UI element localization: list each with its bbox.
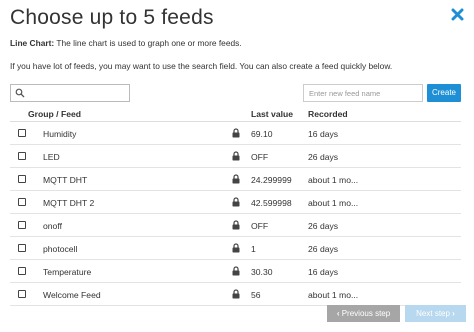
feed-recorded: about 1 mo... [308, 290, 359, 300]
chevron-left-icon: ‹ [336, 309, 340, 318]
close-button[interactable] [451, 8, 464, 21]
feed-last-value: 1 [251, 244, 256, 254]
feed-last-value: 69.10 [251, 129, 273, 139]
feed-recorded: about 1 mo... [308, 175, 359, 185]
feed-checkbox[interactable] [18, 175, 26, 183]
search-hint: If you have lot of feeds, you may want t… [10, 61, 393, 71]
table-row[interactable]: Temperature 30.30 16 days [10, 260, 461, 283]
table-body: Humidity 69.10 16 days LED OFF 26 days MQTT DH… [10, 122, 461, 306]
close-icon [451, 8, 464, 21]
lock-icon [232, 128, 240, 138]
chevron-right-icon: › [452, 309, 455, 318]
feed-checkbox[interactable] [18, 129, 26, 137]
feed-name: onoff [43, 221, 62, 231]
feed-recorded: 26 days [308, 244, 339, 254]
column-header-last-value: Last value [251, 109, 294, 119]
feed-checkbox[interactable] [18, 244, 26, 252]
chart-type-label: Line Chart: [10, 38, 55, 48]
table-row[interactable]: LED OFF 26 days [10, 145, 461, 168]
feeds-table: Group / Feed Last value Recorded Humidit… [10, 106, 461, 306]
feed-last-value: 56 [251, 290, 261, 300]
feed-recorded: 26 days [308, 221, 339, 231]
chart-description: Line Chart: The line chart is used to gr… [10, 38, 242, 48]
feed-checkbox[interactable] [18, 198, 26, 206]
table-row[interactable]: Welcome Feed 56 about 1 mo... [10, 283, 461, 306]
feed-recorded: about 1 mo... [308, 198, 359, 208]
feed-checkbox[interactable] [18, 267, 26, 275]
table-row[interactable]: MQTT DHT 24.299999 about 1 mo... [10, 168, 461, 191]
feed-name: photocell [43, 244, 78, 254]
feed-name: MQTT DHT 2 [43, 198, 95, 208]
feed-last-value: OFF [251, 221, 269, 231]
feed-name: Temperature [43, 267, 92, 277]
feed-last-value: 24.299999 [251, 175, 292, 185]
create-feed-button[interactable]: Create [427, 84, 461, 102]
feed-name: LED [43, 152, 60, 162]
table-row[interactable]: onoff OFF 26 days [10, 214, 461, 237]
lock-icon [232, 266, 240, 276]
next-step-button[interactable]: Next step › [405, 305, 466, 322]
feed-recorded: 26 days [308, 152, 339, 162]
search-box[interactable] [10, 84, 130, 102]
feed-name: Welcome Feed [43, 290, 101, 300]
feed-name: MQTT DHT [43, 175, 88, 185]
search-input[interactable] [27, 86, 127, 100]
lock-icon [232, 197, 240, 207]
previous-step-button[interactable]: ‹ Previous step [327, 305, 400, 322]
lock-icon [232, 151, 240, 161]
feed-last-value: 42.599998 [251, 198, 292, 208]
lock-icon [232, 220, 240, 230]
table-header: Group / Feed Last value Recorded [10, 106, 461, 122]
feed-checkbox[interactable] [18, 152, 26, 160]
new-feed-input[interactable] [303, 84, 423, 102]
column-header-recorded: Recorded [308, 109, 348, 119]
feed-name: Humidity [43, 129, 77, 139]
previous-step-label: Previous step [341, 309, 391, 318]
next-step-label: Next step [416, 309, 450, 318]
feed-recorded: 16 days [308, 129, 339, 139]
column-header-group-feed: Group / Feed [28, 109, 81, 119]
feed-checkbox[interactable] [18, 290, 26, 298]
table-row[interactable]: MQTT DHT 2 42.599998 about 1 mo... [10, 191, 461, 214]
feed-recorded: 16 days [308, 267, 339, 277]
table-row[interactable]: Humidity 69.10 16 days [10, 122, 461, 145]
feed-checkbox[interactable] [18, 221, 26, 229]
search-icon [15, 88, 25, 98]
dialog-title: Choose up to 5 feeds [10, 6, 214, 29]
feed-last-value: 30.30 [251, 267, 273, 277]
chart-description-text: The line chart is used to graph one or m… [54, 38, 242, 48]
table-row[interactable]: photocell 1 26 days [10, 237, 461, 260]
lock-icon [232, 174, 240, 184]
lock-icon [232, 243, 240, 253]
feed-last-value: OFF [251, 152, 269, 162]
lock-icon [232, 289, 240, 299]
